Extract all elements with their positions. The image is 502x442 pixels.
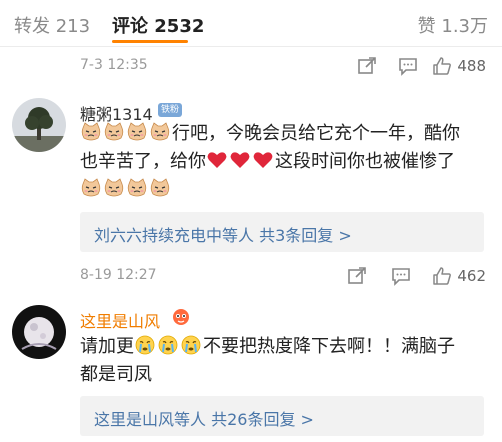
cat-emoji-icon: [127, 122, 147, 141]
cat-emoji-icon: [150, 122, 170, 141]
tab-likes[interactable]: 赞 1.3万: [418, 12, 488, 38]
fan-badge: 铁粉: [158, 103, 183, 117]
reply-summary-box[interactable]: 刘六六持续充电中等人 共3条回复 >: [80, 212, 484, 252]
emoji-group: [80, 178, 172, 200]
emoji-group: [80, 122, 172, 144]
comment-text: 行吧，今晚会员给它充个一年，酷你: [172, 123, 460, 144]
tab-reposts[interactable]: 转发 213: [14, 12, 90, 38]
comment-text: 不要把热度降下去啊！！满脑子: [203, 336, 455, 357]
active-tab-indicator: [112, 40, 188, 43]
avatar[interactable]: [12, 98, 66, 152]
tab-comments[interactable]: 评论 2532: [112, 12, 204, 38]
comment-text-line: 也辛苦了，给你 这段时间你也被催惨了: [80, 149, 455, 175]
cat-emoji-icon: [81, 122, 101, 141]
reply-summary-link[interactable]: 这里是山风等人 共26条回复 >: [94, 406, 314, 430]
emoji-group: [206, 151, 275, 172]
like-icon[interactable]: [432, 56, 452, 76]
comment-meta-row: 8-19 12:27 462: [0, 262, 502, 290]
emoji-group: [134, 335, 203, 357]
heart-emoji-icon: [230, 152, 250, 168]
crying-emoji-icon: [135, 335, 155, 355]
comment-time: 8-19 12:27: [80, 267, 157, 283]
comment-text: 请加更: [80, 336, 134, 357]
like-count: 462: [457, 267, 486, 285]
comment-meta-row: 7-3 12:35 488: [0, 52, 502, 80]
comment-text: 都是司凤: [80, 364, 152, 385]
crying-emoji-icon: [181, 335, 201, 355]
tab-bar: 转发 213 评论 2532 赞 1.3万: [0, 0, 502, 47]
avatar[interactable]: [12, 305, 66, 359]
cat-emoji-icon: [104, 178, 124, 197]
spirit-emoji-icon: [173, 309, 189, 325]
share-icon[interactable]: [347, 266, 367, 286]
comment-text: 这段时间你也被催惨了: [275, 151, 455, 172]
comment-icon[interactable]: [398, 56, 418, 76]
comment-text-line: 行吧，今晚会员给它充个一年，酷你: [80, 121, 460, 147]
comment-time: 7-3 12:35: [80, 57, 148, 73]
cat-emoji-icon: [127, 178, 147, 197]
reply-summary-link[interactable]: 刘六六持续充电中等人 共3条回复 >: [94, 222, 352, 246]
heart-emoji-icon: [253, 152, 273, 168]
comment-text: 也辛苦了，给你: [80, 151, 206, 172]
share-icon[interactable]: [357, 56, 377, 76]
comment-username[interactable]: 这里是山风: [80, 308, 160, 332]
reply-summary-box[interactable]: 这里是山风等人 共26条回复 >: [80, 396, 484, 436]
cat-emoji-icon: [104, 122, 124, 141]
comment-text-line: [80, 177, 172, 203]
heart-emoji-icon: [207, 152, 227, 168]
like-count: 488: [457, 57, 486, 75]
cat-emoji-icon: [81, 178, 101, 197]
crying-emoji-icon: [158, 335, 178, 355]
like-icon[interactable]: [432, 266, 452, 286]
comment-text-line: 都是司凤: [80, 362, 152, 388]
comment-text-line: 请加更 不要把热度降下去啊！！满脑子: [80, 334, 455, 360]
cat-emoji-icon: [150, 178, 170, 197]
comment-icon[interactable]: [391, 266, 411, 286]
